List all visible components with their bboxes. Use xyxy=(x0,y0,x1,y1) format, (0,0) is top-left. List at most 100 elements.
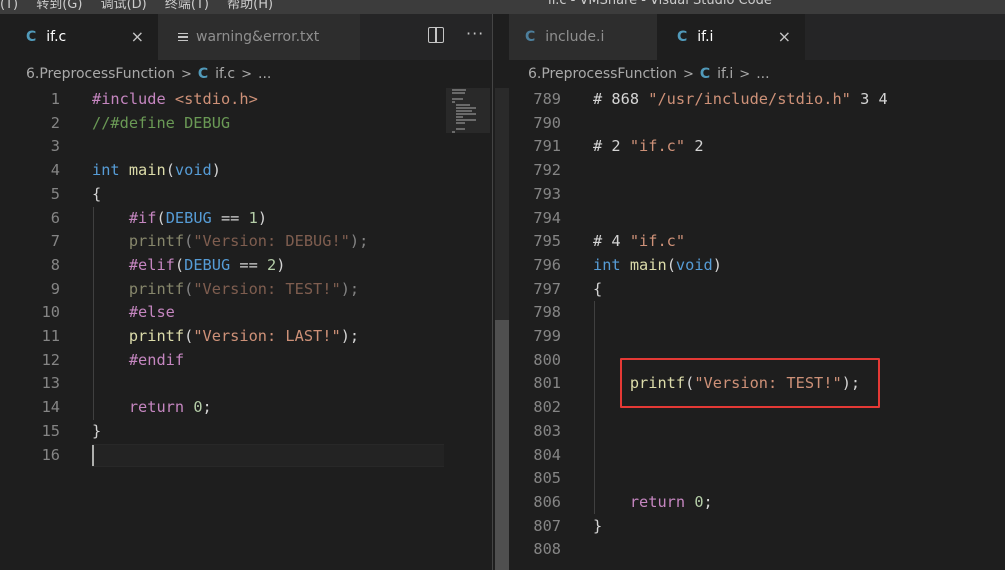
code-token: printf xyxy=(629,374,686,393)
line-number: 3 xyxy=(50,137,60,156)
line-number: 798 xyxy=(533,303,561,322)
code-line[interactable]: 808 xyxy=(509,538,1005,562)
chevron-right-icon: > xyxy=(241,66,253,82)
line-number: 6 xyxy=(50,208,60,227)
code-token: #if xyxy=(128,208,157,227)
code-token: ( xyxy=(184,327,194,345)
code-line[interactable]: 804 xyxy=(509,444,1005,468)
code-line[interactable]: 6 #if(DEBUG == 1) xyxy=(0,207,492,231)
code-line[interactable]: 12 #endif xyxy=(0,349,492,373)
code-token: 0 xyxy=(193,398,203,417)
breadcrumb-file[interactable]: if.i xyxy=(717,66,733,82)
code-line[interactable]: 800 xyxy=(509,349,1005,373)
code-line[interactable]: 802 xyxy=(509,396,1005,420)
line-number: 13 xyxy=(41,374,60,393)
line-number: 14 xyxy=(41,398,60,417)
code-line[interactable]: 13 xyxy=(0,372,492,396)
code-line[interactable]: 5{ xyxy=(0,183,492,207)
code-line[interactable]: 791 # 2 "if.c" 2 xyxy=(509,135,1005,159)
vertical-scrollbar[interactable] xyxy=(492,14,509,570)
breadcrumb-symbol[interactable]: ... xyxy=(258,66,271,82)
code-line[interactable]: 795 # 4 "if.c" xyxy=(509,230,1005,254)
line-text: //#define DEBUG xyxy=(92,112,230,136)
code-line[interactable]: 4 int main(void) xyxy=(0,159,492,183)
code-line[interactable]: 1 #include <stdio.h> xyxy=(0,88,492,112)
line-number: 791 xyxy=(533,137,561,156)
menu-item-go[interactable]: 转到(G) xyxy=(36,0,82,12)
close-icon[interactable]: × xyxy=(778,27,791,46)
menu-item-debug[interactable]: 调试(D) xyxy=(101,0,147,12)
line-text: int main(void) xyxy=(92,159,221,183)
close-icon[interactable]: × xyxy=(131,27,144,46)
line-text: printf("Version: TEST!"); xyxy=(593,372,860,396)
code-line[interactable]: 16 xyxy=(0,444,492,468)
tab-include-i[interactable]: C include.i xyxy=(509,14,657,60)
code-line[interactable]: 8 #elif(DEBUG == 2) xyxy=(0,254,492,278)
code-line[interactable]: 790 xyxy=(509,112,1005,136)
title-bar: (T) 转到(G) 调试(D) 终端(T) 帮助(H) if.c - VMSha… xyxy=(0,0,1005,14)
text-file-icon xyxy=(178,31,188,44)
c-file-icon: C xyxy=(677,29,688,45)
breadcrumb-symbol[interactable]: ... xyxy=(756,66,769,82)
left-tab-bar: C if.c × warning&error.txt ··· xyxy=(0,14,492,60)
code-token: # 4 xyxy=(593,232,630,251)
line-text: { xyxy=(593,278,602,302)
c-file-icon: C xyxy=(26,29,37,45)
code-line[interactable]: 15} xyxy=(0,420,492,444)
tab-if-i[interactable]: C if.i × xyxy=(657,14,805,60)
code-line[interactable]: 789 # 868 "/usr/include/stdio.h" 3 4 xyxy=(509,88,1005,112)
code-line[interactable]: 792 xyxy=(509,159,1005,183)
code-line[interactable]: 797 { xyxy=(509,278,1005,302)
menu-item-selection[interactable]: (T) xyxy=(0,0,18,12)
scrollbar-thumb[interactable] xyxy=(495,320,509,570)
code-token: # 868 xyxy=(593,90,649,108)
more-actions-icon[interactable]: ··· xyxy=(466,24,484,43)
code-line[interactable]: 10 #else xyxy=(0,301,492,325)
code-token: } xyxy=(92,421,102,440)
code-line[interactable]: 11 printf("Version: LAST!"); xyxy=(0,325,492,349)
code-line[interactable]: 806 return 0; xyxy=(509,491,1005,515)
line-text: return 0; xyxy=(593,491,713,515)
code-line[interactable]: 796 int main(void) xyxy=(509,254,1005,278)
menu-item-help[interactable]: 帮助(H) xyxy=(227,0,273,12)
code-token: "if.c" xyxy=(629,232,686,251)
code-line[interactable]: 9 printf("Version: TEST!"); xyxy=(0,278,492,302)
breadcrumb-file[interactable]: if.c xyxy=(215,66,235,82)
code-line[interactable]: 805 xyxy=(509,467,1005,491)
tab-if-c[interactable]: C if.c × xyxy=(0,14,158,60)
code-token: "Version: TEST!" xyxy=(193,279,341,298)
code-line[interactable]: 801 printf("Version: TEST!"); xyxy=(509,372,1005,396)
code-line[interactable]: 807} xyxy=(509,515,1005,539)
code-line[interactable]: 794 xyxy=(509,207,1005,231)
code-token: DEBUG xyxy=(184,255,231,274)
code-line[interactable]: 3 xyxy=(0,135,492,159)
menu-item-terminal[interactable]: 终端(T) xyxy=(165,0,209,12)
line-text: } xyxy=(593,515,602,539)
code-token: ( xyxy=(666,255,676,274)
breadcrumb-folder[interactable]: 6.PreprocessFunction xyxy=(26,66,175,82)
code-editor[interactable]: 1 #include <stdio.h> 2 //#define DEBUG 3 4 int… xyxy=(0,88,492,570)
code-line[interactable]: 793 xyxy=(509,183,1005,207)
code-line[interactable]: 2 //#define DEBUG xyxy=(0,112,492,136)
tab-warning-error-txt[interactable]: warning&error.txt xyxy=(158,14,360,60)
code-token: 2 xyxy=(267,255,277,274)
minimap[interactable] xyxy=(452,88,490,133)
code-line[interactable]: 798 xyxy=(509,301,1005,325)
code-line[interactable]: 803 xyxy=(509,420,1005,444)
code-token: # 2 xyxy=(593,137,630,156)
code-token: int xyxy=(92,161,129,180)
line-text: int main(void) xyxy=(593,254,722,278)
code-line[interactable]: 7 printf("Version: DEBUG!"); xyxy=(0,230,492,254)
code-line[interactable]: 14 return 0; xyxy=(0,396,492,420)
line-text: return 0; xyxy=(92,396,212,420)
code-token: { xyxy=(593,279,603,298)
split-editor-icon[interactable] xyxy=(428,27,444,43)
breadcrumb-folder[interactable]: 6.PreprocessFunction xyxy=(528,66,677,82)
tab-label: warning&error.txt xyxy=(196,29,320,45)
code-editor[interactable]: 789 # 868 "/usr/include/stdio.h" 3 4 790 79… xyxy=(509,88,1005,570)
line-number: 803 xyxy=(533,421,561,440)
code-line[interactable]: 799 xyxy=(509,325,1005,349)
